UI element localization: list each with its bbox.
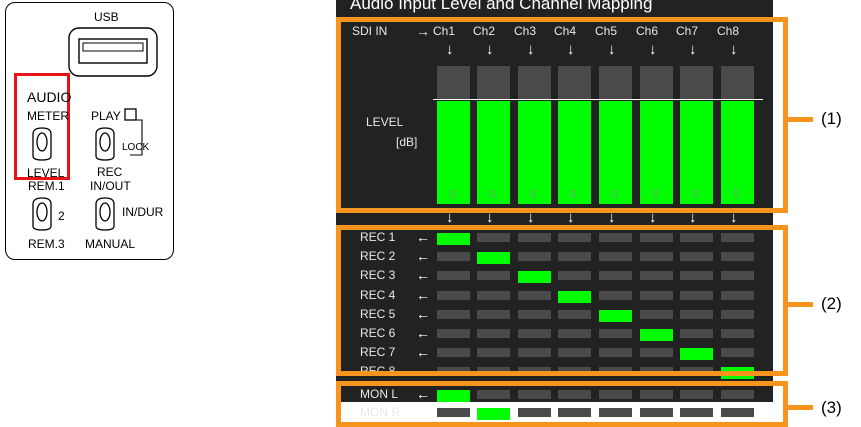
callout-leader-2 — [788, 302, 813, 307]
callout-leader-1 — [788, 117, 813, 122]
callout-leader-3 — [788, 405, 813, 410]
audio-label: AUDIO — [27, 89, 72, 105]
callout-box-3 — [336, 381, 788, 427]
callout-label-1: (1) — [821, 109, 842, 128]
rem-toggle-switch[interactable] — [30, 196, 54, 232]
indur-label: IN/DUR — [122, 205, 164, 219]
screen-title: Audio Input Level and Channel Mapping — [350, 0, 653, 13]
callout-label-2: (2) — [821, 294, 842, 313]
rec-toggle-switch[interactable] — [93, 126, 117, 162]
rem2-label: 2 — [58, 209, 65, 223]
rem1-label: REM.1 — [28, 179, 65, 193]
play-label: PLAY — [91, 109, 121, 123]
callout-label-3: (3) — [821, 398, 842, 417]
callout-box-2 — [336, 225, 788, 376]
inout-toggle-switch[interactable] — [93, 196, 117, 232]
audio-toggle-switch[interactable] — [30, 126, 54, 162]
inout-label: IN/OUT — [90, 179, 131, 193]
callout-box-1 — [336, 17, 788, 213]
rem3-label: REM.3 — [28, 237, 65, 251]
lock-label: LOCK — [122, 142, 150, 153]
usb-port-icon — [68, 27, 158, 77]
manual-label: MANUAL — [85, 237, 136, 251]
meter-label: METER — [27, 109, 69, 123]
rec-label: REC — [97, 165, 123, 179]
usb-label: USB — [94, 10, 119, 24]
